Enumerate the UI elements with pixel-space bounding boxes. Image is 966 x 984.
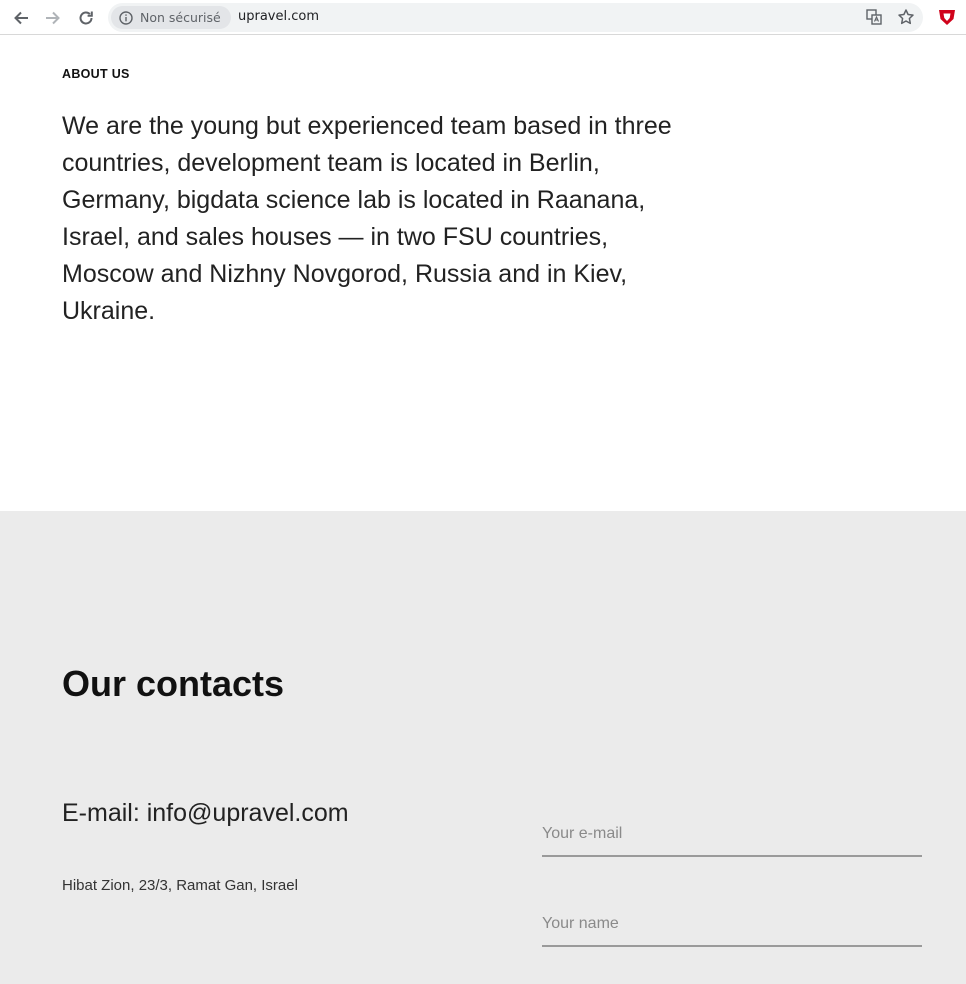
reload-icon[interactable] [73,5,99,31]
about-heading: ABOUT US [62,67,130,81]
contact-email[interactable]: E-mail: info@upravel.com [62,799,349,828]
security-chip[interactable]: Non sécurisé [111,6,231,29]
info-icon [119,10,133,25]
security-label: Non sécurisé [140,10,221,25]
translate-icon[interactable] [865,8,883,26]
shield-extension-icon[interactable] [937,7,957,27]
browser-toolbar: Non sécurisé upravel.com [0,0,966,35]
forward-arrow-icon[interactable] [40,5,66,31]
address-bar[interactable]: Non sécurisé upravel.com [108,3,923,32]
name-input[interactable] [542,903,922,947]
about-section: ABOUT US We are the young but experience… [0,36,966,511]
email-input[interactable] [542,813,922,857]
contacts-section: Our contacts E-mail: info@upravel.com Hi… [0,511,966,984]
star-icon[interactable] [897,8,915,26]
about-text: We are the young but experienced team ba… [62,112,672,325]
contact-address: Hibat Zion, 23/3, Ramat Gan, Israel [62,877,298,894]
back-arrow-icon[interactable] [8,5,34,31]
url-text[interactable]: upravel.com [238,9,319,24]
contacts-title: Our contacts [62,663,285,704]
